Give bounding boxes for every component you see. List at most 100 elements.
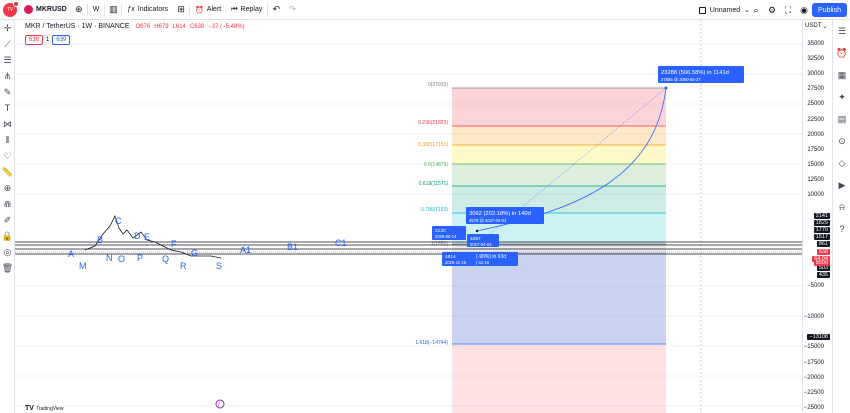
projection-point: [475, 229, 479, 233]
callout-left: 2130 2026-06-14: [432, 226, 466, 240]
add-symbol-icon[interactable]: ⊕: [71, 0, 87, 20]
pitchfork-icon[interactable]: ⋔: [0, 68, 15, 84]
publish-button[interactable]: Publish: [812, 3, 847, 17]
zoom-in-icon[interactable]: ⊕: [0, 180, 15, 196]
callout-low2-line2: (-11-15: [476, 260, 490, 265]
trash-icon[interactable]: 🗑: [0, 260, 15, 276]
symbol-label: MKRUSD: [36, 6, 67, 13]
wave-label: Q: [162, 254, 169, 264]
price-axis-label: 2141: [813, 213, 830, 219]
top-right-icons: ⌕ ⚙ ⛶ ◉: [748, 0, 812, 20]
currency-selector[interactable]: USDT ⌄: [805, 23, 827, 30]
calendar-icon[interactable]: ▤: [833, 108, 850, 130]
replay-label: Replay: [240, 6, 263, 13]
chart-legend: MKR / TetherUS · 1W · BINANCE O676 H679 …: [25, 23, 245, 30]
price-axis-label: −13108: [807, 334, 830, 340]
interval-button[interactable]: W: [88, 0, 105, 20]
symbol-search-button[interactable]: MKRUSD: [24, 5, 67, 14]
top-toolbar: TV MKRUSD ⊕ W ▥ ƒx Indicators ⊞ ⏰ Alert …: [0, 0, 850, 20]
price-tick: −17500: [803, 359, 824, 366]
projection-endpoint: [664, 86, 668, 90]
price-tick: −10000: [803, 313, 824, 320]
pair-label: MKR / TetherUS · 1W · BINANCE: [25, 23, 130, 30]
price-axis[interactable]: USDT ⌄ 35000 32500 30000 27500 25000 22500 200…: [802, 20, 832, 413]
ruler-icon[interactable]: 📏: [0, 164, 15, 180]
alerts-clock-icon[interactable]: ⏰: [833, 42, 850, 64]
buy-button[interactable]: 639: [52, 35, 71, 45]
sell-button[interactable]: 638: [25, 35, 44, 45]
lock-icon[interactable]: 🔒: [0, 228, 15, 244]
fib-zones: [452, 88, 666, 413]
callout-mid: 3062 (202.18%) in 140d 4578 @ 2027-04-03: [466, 207, 544, 224]
wave-label: D: [134, 231, 141, 241]
price-axis-label: 1829: [813, 220, 830, 226]
undo-icon[interactable]: ↶: [268, 0, 284, 20]
text-icon[interactable]: T: [0, 100, 15, 116]
wave-label: R: [180, 261, 187, 271]
candle-style-icon[interactable]: ▥: [105, 0, 121, 20]
alert-button[interactable]: ⏰ Alert: [190, 0, 226, 20]
ohlc-values: O676 H679 L614 C638 −37 (−5.48%): [136, 24, 245, 30]
user-avatar[interactable]: TV: [3, 0, 19, 17]
forecast-icon[interactable]: ⫴: [0, 132, 15, 148]
mkr-coin-icon: [24, 5, 33, 14]
price-axis-label: 8000: [813, 260, 830, 266]
brush-icon[interactable]: ✎: [0, 84, 15, 100]
price-tick: 15000: [807, 161, 824, 168]
gear-icon[interactable]: ⚙: [764, 0, 780, 20]
alarm-clock-icon: ⏰: [195, 6, 204, 14]
wave-label: S: [216, 261, 222, 271]
search-icon[interactable]: ⌕: [748, 0, 764, 20]
horizontal-lines-icon[interactable]: ☰: [0, 52, 15, 68]
fib-level-labels: 0(27933) 0.236(21823) 0.382(17151) 0.5(1…: [415, 82, 448, 346]
callout-low: 1814 2025-11-16: [442, 252, 474, 266]
heart-icon[interactable]: ♡: [0, 148, 15, 164]
streams-icon[interactable]: ▶: [833, 174, 850, 196]
buy-sell-panel: 638 1 639: [25, 35, 71, 45]
fib-label-0382: 0.382(17151): [418, 142, 448, 148]
help-icon[interactable]: ?: [833, 218, 850, 240]
indicators-button[interactable]: ƒx Indicators: [122, 0, 173, 20]
chat-icon[interactable]: ◇: [833, 152, 850, 174]
replay-button[interactable]: ⏮ Replay: [226, 0, 267, 20]
hotlist-icon[interactable]: ✦: [833, 86, 850, 108]
magnet-icon[interactable]: ⋒: [0, 196, 15, 212]
chart-pane[interactable]: 0(27933) 0.236(21823) 0.382(17151) 0.5(1…: [15, 20, 802, 413]
callout-small-line2: 2027-04-03: [470, 242, 492, 247]
high-value: H679: [154, 23, 169, 30]
eye-icon[interactable]: ◎: [0, 244, 15, 260]
wave-label: N: [106, 253, 113, 263]
wave-label: A1: [240, 245, 251, 255]
pattern-icon[interactable]: ⋈: [0, 116, 15, 132]
layout-grid-icon[interactable]: ⊞: [173, 0, 189, 20]
redo-icon[interactable]: ↷: [284, 0, 300, 20]
fib-label-1618: 1.618(−14744): [415, 340, 448, 346]
price-tick: −15000: [803, 344, 824, 351]
lock-pen-icon[interactable]: ✐: [0, 212, 15, 228]
layout-name-label: Unnamed: [709, 6, 741, 14]
wave-label: P: [137, 253, 143, 263]
replay-icon: ⏮: [231, 5, 238, 13]
indicators-icon: ƒx: [127, 6, 135, 13]
wave-label: M: [79, 261, 87, 271]
crosshair-icon[interactable]: ✛: [0, 20, 15, 36]
price-tick: 17500: [807, 146, 824, 153]
camera-icon[interactable]: ◉: [796, 0, 812, 20]
right-sidebar: ☰ ⏰ ▦ ✦ ▤ ⊙ ◇ ▶ ⍾ ?: [832, 20, 850, 413]
data-window-icon[interactable]: ▦: [833, 64, 850, 86]
fib-label-0236: 0.236(21823): [418, 120, 448, 126]
ideas-icon[interactable]: ⊙: [833, 130, 850, 152]
callout-main: 23288 (506.58%) in 1141d 27885 @ 2050-05…: [658, 66, 744, 83]
open-value: O676: [135, 23, 151, 30]
watchlist-icon[interactable]: ☰: [833, 20, 850, 42]
drawing-toolbar: ✛ ⟋ ☰ ⋔ ✎ T ⋈ ⫴ ♡ 📏 ⊕ ⋒ ✐ 🔒 ◎ 🗑: [0, 20, 15, 413]
layout-name-button[interactable]: Unnamed ⌄: [698, 0, 750, 20]
wave-label: B1: [287, 242, 298, 252]
wave-label: A: [68, 249, 74, 259]
chevron-down-icon: ⌄: [822, 24, 828, 30]
currency-label: USDT: [805, 23, 822, 29]
trend-line-icon[interactable]: ⟋: [0, 36, 15, 52]
fullscreen-icon[interactable]: ⛶: [780, 0, 796, 20]
tradingview-logo[interactable]: TV TradingView: [25, 405, 63, 412]
notifications-bell-icon[interactable]: ⍾: [833, 196, 850, 218]
